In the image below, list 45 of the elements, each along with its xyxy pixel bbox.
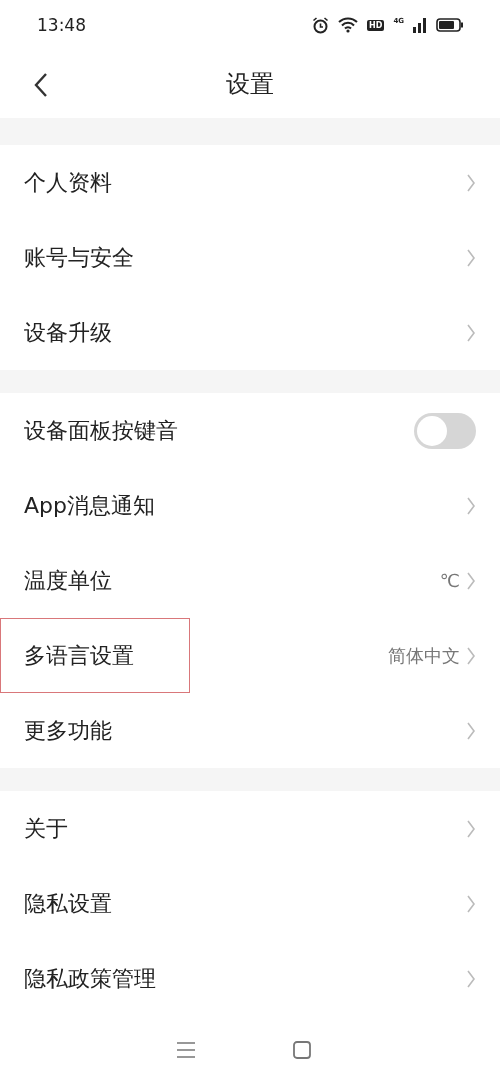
row-label: App消息通知 <box>24 491 156 520</box>
chevron-right-icon <box>466 322 476 343</box>
row-label: 关于 <box>24 814 69 843</box>
chevron-right-icon <box>466 172 476 193</box>
settings-row[interactable]: 设备面板按键音 <box>0 393 500 468</box>
status-time: 13:48 <box>37 15 86 35</box>
chevron-right-icon <box>466 893 476 914</box>
settings-row[interactable]: 设备升级 <box>0 295 500 370</box>
chevron-right-icon <box>466 247 476 268</box>
alarm-icon <box>312 16 330 34</box>
settings-row[interactable]: 多语言设置 简体中文 <box>0 618 500 693</box>
row-label: 温度单位 <box>24 566 113 595</box>
row-label: 更多功能 <box>24 716 113 745</box>
hd-badge: HD <box>367 19 385 31</box>
settings-row[interactable]: 温度单位 ℃ <box>0 543 500 618</box>
signal-icon <box>413 17 427 33</box>
settings-row[interactable]: 账号与安全 <box>0 220 500 295</box>
settings-row[interactable]: 隐私设置 <box>0 866 500 941</box>
menu-icon[interactable] <box>176 1041 196 1059</box>
chevron-right-icon <box>466 645 476 666</box>
toggle-switch[interactable] <box>414 412 476 449</box>
back-icon[interactable] <box>34 72 48 98</box>
chevron-right-icon <box>466 495 476 516</box>
chevron-right-icon <box>466 720 476 741</box>
row-label: 隐私政策管理 <box>24 964 157 993</box>
wifi-icon <box>338 17 359 33</box>
row-label: 设备升级 <box>24 318 113 347</box>
settings-row[interactable]: 关于 <box>0 791 500 866</box>
chevron-right-icon <box>466 968 476 989</box>
settings-row[interactable]: 更多功能 <box>0 693 500 768</box>
row-label: 多语言设置 <box>24 641 135 670</box>
row-label: 设备面板按键音 <box>24 416 179 445</box>
battery-icon <box>436 18 464 32</box>
row-label: 账号与安全 <box>24 243 135 272</box>
chevron-right-icon <box>466 570 476 591</box>
home-icon[interactable] <box>292 1040 312 1060</box>
chevron-right-icon <box>466 818 476 839</box>
settings-row[interactable]: 个人资料 <box>0 145 500 220</box>
settings-row[interactable]: App消息通知 <box>0 468 500 543</box>
settings-row[interactable]: 隐私政策管理 <box>0 941 500 1016</box>
row-value: ℃ <box>439 570 460 591</box>
page-title: 设置 <box>226 69 274 100</box>
row-label: 隐私设置 <box>24 889 113 918</box>
row-value: 简体中文 <box>388 643 460 668</box>
row-label: 个人资料 <box>24 168 113 197</box>
